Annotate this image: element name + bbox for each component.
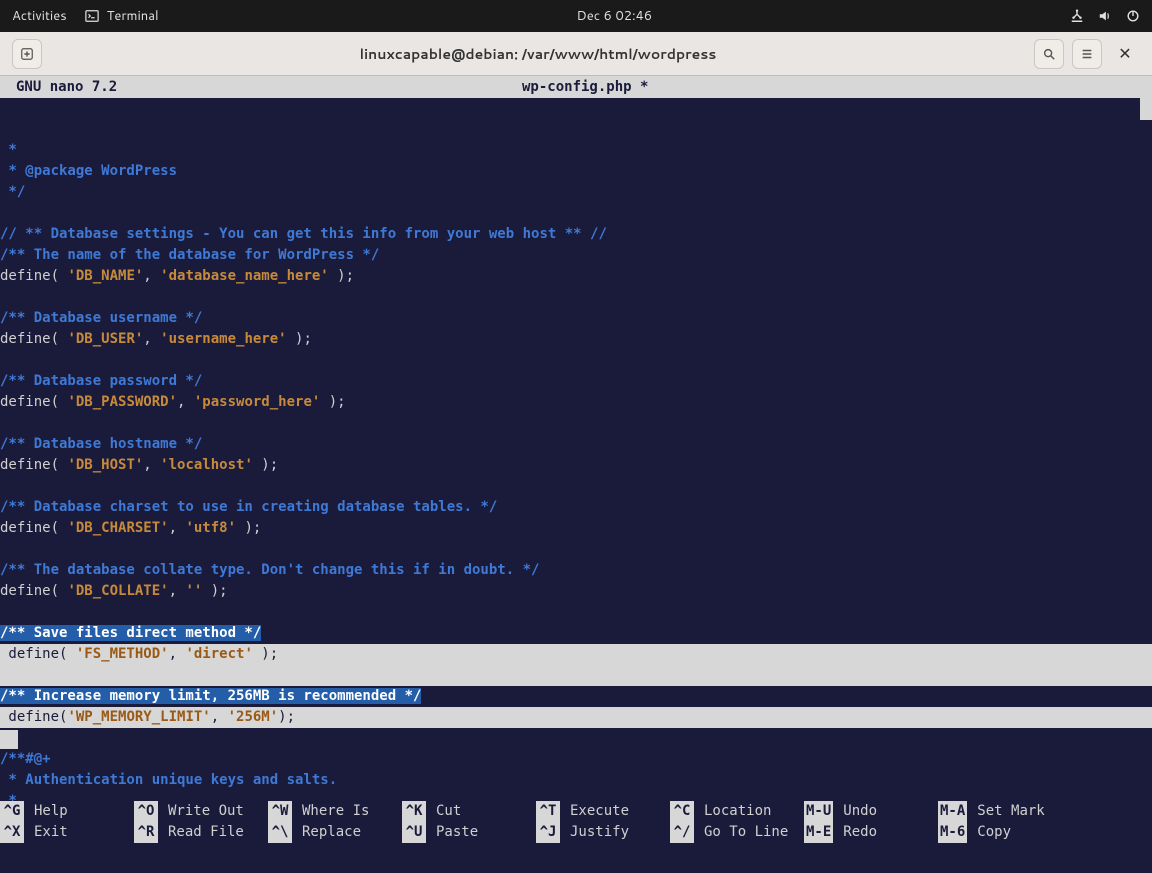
shortcut-item: ^JJustify bbox=[536, 822, 670, 843]
shortcut-label: Go To Line bbox=[694, 822, 788, 843]
terminal-icon bbox=[85, 9, 99, 23]
nano-status-bar: GNU nano 7.2 wp-config.php * bbox=[0, 76, 1152, 98]
shortcut-label: Execute bbox=[560, 801, 629, 822]
active-app-label: Terminal bbox=[107, 7, 159, 25]
cursor bbox=[0, 730, 18, 749]
scrollbar-stub bbox=[1140, 98, 1152, 120]
nano-editor-body[interactable]: * * @package WordPress */ // ** Database… bbox=[0, 98, 1152, 801]
code-line-selected: define( 'FS_METHOD', 'direct' ); bbox=[0, 644, 1152, 665]
code-line: define( 'DB_HOST', 'localhost' ); bbox=[0, 457, 278, 473]
shortcut-label: Replace bbox=[292, 822, 361, 843]
code-line: /**#@+ bbox=[0, 751, 51, 767]
shortcut-key: ^K bbox=[402, 801, 426, 822]
shortcut-item: ^GHelp bbox=[0, 801, 134, 822]
code-line-selected bbox=[0, 665, 1152, 686]
shortcut-key: ^C bbox=[670, 801, 694, 822]
nano-filename: wp-config.php * bbox=[522, 79, 1150, 95]
shortcut-label: Cut bbox=[426, 801, 461, 822]
shortcut-item: ^/Go To Line bbox=[670, 822, 804, 843]
shortcut-item: ^OWrite Out bbox=[134, 801, 268, 822]
shortcut-item: ^TExecute bbox=[536, 801, 670, 822]
shortcut-item: ^XExit bbox=[0, 822, 134, 843]
code-line: * Authentication unique keys and salts. bbox=[0, 772, 337, 788]
window-title: linuxcapable@debian: /var/www/html/wordp… bbox=[46, 44, 1030, 64]
code-line: * @package WordPress bbox=[0, 163, 177, 179]
shortcut-label: Justify bbox=[560, 822, 629, 843]
power-icon[interactable] bbox=[1126, 9, 1140, 23]
volume-icon[interactable] bbox=[1098, 9, 1112, 23]
shortcut-item: ^\Replace bbox=[268, 822, 402, 843]
shortcut-key: ^U bbox=[402, 822, 426, 843]
menu-button[interactable] bbox=[1072, 39, 1102, 69]
active-app[interactable]: Terminal bbox=[85, 7, 159, 25]
shortcut-label: Where Is bbox=[292, 801, 369, 822]
close-button[interactable]: ✕ bbox=[1110, 39, 1140, 69]
shortcut-label: Write Out bbox=[158, 801, 244, 822]
code-line: /** The database collate type. Don't cha… bbox=[0, 562, 539, 578]
shortcut-key: ^W bbox=[268, 801, 292, 822]
code-line: * bbox=[0, 142, 17, 158]
filler bbox=[0, 843, 1152, 873]
nano-version: GNU nano 7.2 bbox=[2, 79, 522, 95]
shortcut-item: M-ERedo bbox=[804, 822, 938, 843]
shortcut-label: Set Mark bbox=[967, 801, 1044, 822]
search-button[interactable] bbox=[1034, 39, 1064, 69]
code-line-selected: /** Increase memory limit, 256MB is reco… bbox=[0, 688, 421, 704]
code-line: define( 'DB_USER', 'username_here' ); bbox=[0, 331, 312, 347]
shortcut-label: Undo bbox=[833, 801, 877, 822]
shortcut-key: ^R bbox=[134, 822, 158, 843]
nano-shortcut-bar: ^GHelp^OWrite Out^WWhere Is^KCut^TExecut… bbox=[0, 801, 1152, 843]
shortcut-item: ^CLocation bbox=[670, 801, 804, 822]
code-line: * bbox=[0, 793, 17, 801]
terminal-title-bar: linuxcapable@debian: /var/www/html/wordp… bbox=[0, 32, 1152, 76]
shortcut-key: M-A bbox=[938, 801, 967, 822]
code-line: define( 'DB_CHARSET', 'utf8' ); bbox=[0, 520, 261, 536]
code-line: /** Database hostname */ bbox=[0, 436, 202, 452]
code-line-selected: define('WP_MEMORY_LIMIT', '256M'); bbox=[0, 707, 1152, 728]
shortcut-key: ^\ bbox=[268, 822, 292, 843]
shortcut-item: M-UUndo bbox=[804, 801, 938, 822]
shortcut-key: M-E bbox=[804, 822, 833, 843]
shortcut-label: Exit bbox=[24, 822, 68, 843]
shortcut-item: ^KCut bbox=[402, 801, 536, 822]
shortcut-label: Redo bbox=[833, 822, 877, 843]
shortcut-item: ^WWhere Is bbox=[268, 801, 402, 822]
shortcut-key: M-6 bbox=[938, 822, 967, 843]
clock[interactable]: Dec 6 02:46 bbox=[159, 7, 1070, 25]
code-line: define( 'DB_PASSWORD', 'password_here' )… bbox=[0, 394, 346, 410]
shortcut-key: ^G bbox=[0, 801, 24, 822]
shortcut-label: Location bbox=[694, 801, 771, 822]
shortcut-item: M-6Copy bbox=[938, 822, 1072, 843]
shortcut-label: Help bbox=[24, 801, 68, 822]
code-line: /** The name of the database for WordPre… bbox=[0, 247, 379, 263]
code-line-selected: /** Save files direct method */ bbox=[0, 625, 261, 641]
code-line: /** Database password */ bbox=[0, 373, 202, 389]
shortcut-item: ^RRead File bbox=[134, 822, 268, 843]
shortcut-label: Copy bbox=[967, 822, 1011, 843]
gnome-top-bar: Activities Terminal Dec 6 02:46 bbox=[0, 0, 1152, 32]
code-line: // ** Database settings - You can get th… bbox=[0, 226, 607, 242]
code-line: define( 'DB_NAME', 'database_name_here' … bbox=[0, 268, 354, 284]
shortcut-item: M-ASet Mark bbox=[938, 801, 1072, 822]
activities-button[interactable]: Activities bbox=[12, 7, 67, 25]
shortcut-label: Read File bbox=[158, 822, 244, 843]
code-line: /** Database username */ bbox=[0, 310, 202, 326]
shortcut-key: M-U bbox=[804, 801, 833, 822]
code-line: /** Database charset to use in creating … bbox=[0, 499, 497, 515]
shortcut-key: ^O bbox=[134, 801, 158, 822]
shortcut-item: ^UPaste bbox=[402, 822, 536, 843]
shortcut-key: ^/ bbox=[670, 822, 694, 843]
code-line: define( 'DB_COLLATE', '' ); bbox=[0, 583, 228, 599]
new-tab-button[interactable] bbox=[12, 39, 42, 69]
shortcut-label: Paste bbox=[426, 822, 478, 843]
cursor-line bbox=[0, 730, 18, 746]
code-line: */ bbox=[0, 184, 25, 200]
network-icon[interactable] bbox=[1070, 9, 1084, 23]
shortcut-key: ^T bbox=[536, 801, 560, 822]
shortcut-key: ^J bbox=[536, 822, 560, 843]
shortcut-key: ^X bbox=[0, 822, 24, 843]
